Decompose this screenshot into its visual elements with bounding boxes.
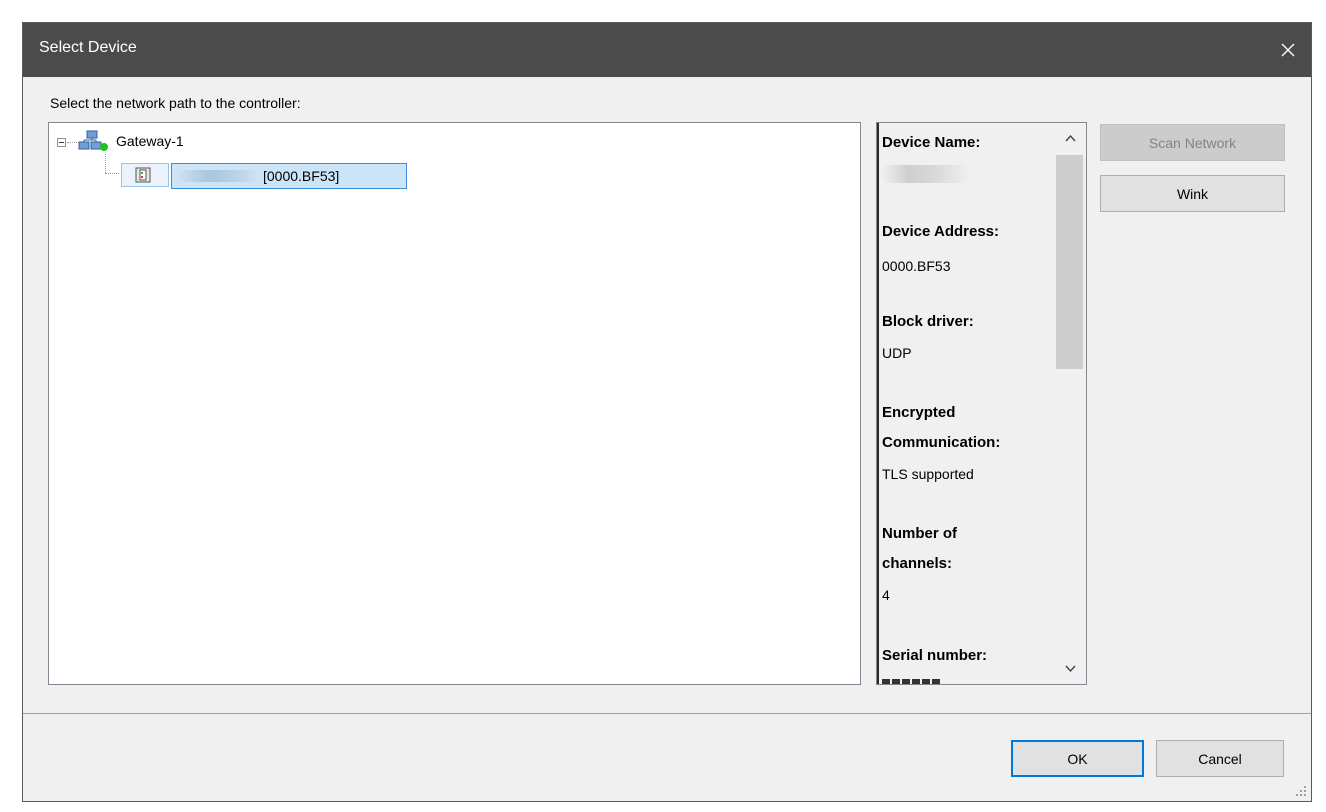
device-info-content: Device Name: Device Address: 0000.BF53 B… [877, 123, 1055, 684]
tree-item-device[interactable]: [0000.BF53] [171, 163, 407, 189]
scan-network-button[interactable]: Scan Network [1100, 124, 1285, 161]
channels-value: 4 [882, 587, 890, 603]
info-scrollbar[interactable] [1055, 123, 1086, 684]
device-address-label: [0000.BF53] [263, 168, 340, 184]
serial-number-heading: Serial number: [882, 647, 988, 664]
controller-device-icon [135, 167, 151, 183]
footer-separator [23, 713, 1311, 714]
ok-button[interactable]: OK [1011, 740, 1144, 777]
device-info-panel[interactable]: Device Name: Device Address: 0000.BF53 B… [876, 122, 1087, 685]
title-bar[interactable]: Select Device [23, 23, 1311, 77]
tree-item-gateway[interactable]: Gateway-1 [116, 133, 184, 149]
network-gateway-icon[interactable] [77, 130, 109, 154]
scroll-up-button[interactable] [1055, 123, 1086, 153]
close-icon [1281, 43, 1295, 57]
channels-heading-line1: Number of [882, 525, 957, 542]
chevron-down-icon [1065, 665, 1076, 673]
encrypted-heading-line2: Communication: [882, 434, 1001, 451]
block-driver-heading: Block driver: [882, 313, 974, 330]
tree-item-device-icon-box[interactable] [121, 163, 169, 187]
tree-connector [105, 173, 119, 174]
device-name-label: Device Name: [882, 134, 981, 151]
tree-connector [67, 142, 77, 143]
close-button[interactable] [1265, 23, 1311, 77]
instruction-label: Select the network path to the controlle… [50, 95, 301, 111]
wink-button[interactable]: Wink [1100, 175, 1285, 212]
window-title: Select Device [39, 39, 137, 56]
redacted-device-name-value [882, 165, 970, 183]
encrypted-heading-line1: Encrypted [882, 404, 956, 421]
scroll-down-button[interactable] [1055, 654, 1086, 684]
network-tree[interactable]: Gateway-1 [0000.BF53] [48, 122, 861, 685]
status-online-icon [100, 143, 108, 151]
redacted-device-name [178, 170, 256, 182]
resize-grip-icon[interactable] [1295, 785, 1307, 797]
block-driver-value: UDP [882, 345, 912, 361]
device-address-value: 0000.BF53 [882, 258, 951, 274]
encrypted-value: TLS supported [882, 466, 974, 482]
device-address-heading: Device Address: [882, 223, 999, 240]
channels-heading-line2: channels: [882, 555, 953, 572]
cancel-button[interactable]: Cancel [1156, 740, 1284, 777]
collapse-toggle-icon[interactable] [57, 138, 66, 147]
tree-connector [105, 154, 106, 173]
serial-number-value-partial [882, 679, 942, 684]
chevron-up-icon [1065, 134, 1076, 142]
select-device-dialog: Select Device Select the network path to… [22, 22, 1312, 802]
scroll-thumb[interactable] [1056, 155, 1083, 369]
